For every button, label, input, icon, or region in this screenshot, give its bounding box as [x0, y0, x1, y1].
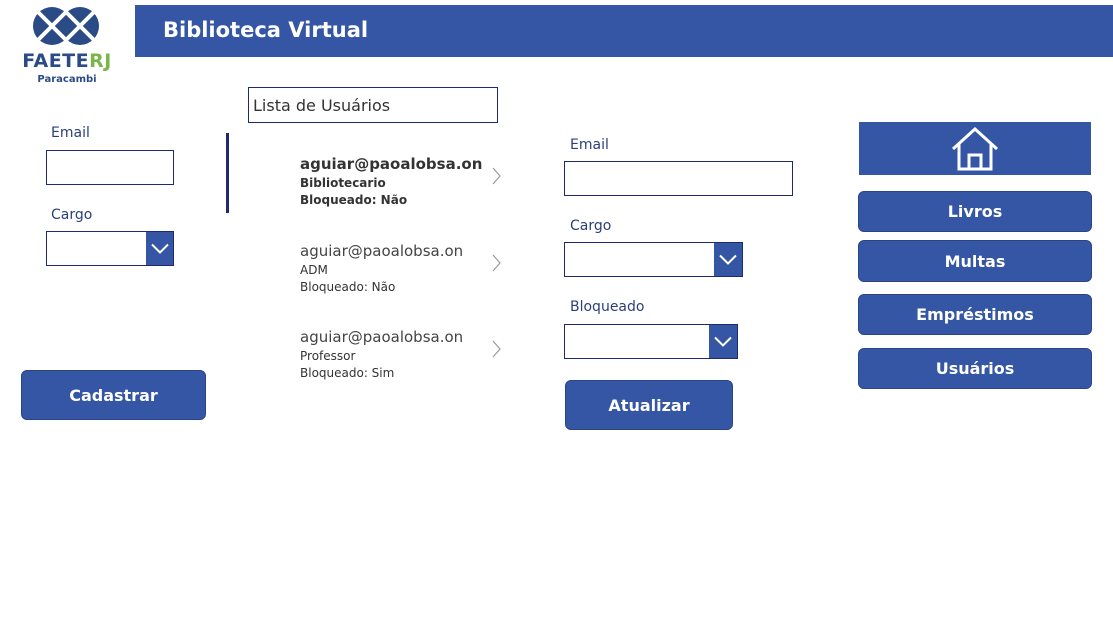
edit-bloqueado-label: Bloqueado	[570, 299, 645, 315]
user-cargo: ADM	[300, 263, 328, 277]
nav-usuarios-button[interactable]: Usuários	[858, 348, 1092, 389]
user-bloqueado: Bloqueado: Não	[300, 193, 408, 207]
logo-emblem-icon	[33, 7, 99, 45]
nav-multas-button[interactable]: Multas	[858, 240, 1092, 282]
faeterj-logo: FAETERJ Paracambi	[20, 4, 116, 88]
list-item[interactable]: aguiar@paoalobsa.on Bibliotecario Bloque…	[300, 155, 510, 230]
chevron-right-icon[interactable]	[492, 254, 502, 272]
email-label: Email	[51, 125, 90, 141]
email-field[interactable]	[46, 150, 174, 185]
user-cargo: Bibliotecario	[300, 176, 386, 190]
selected-indicator	[226, 133, 229, 213]
edit-bloqueado-dropdown[interactable]	[564, 324, 738, 359]
user-email: aguiar@paoalobsa.on	[300, 328, 464, 346]
edit-email-field[interactable]	[564, 161, 793, 196]
chevron-down-icon[interactable]	[709, 325, 737, 358]
user-email: aguiar@paoalobsa.on	[300, 242, 464, 260]
list-item[interactable]: aguiar@paoalobsa.on Professor Bloqueado:…	[300, 328, 510, 403]
list-item[interactable]: aguiar@paoalobsa.on ADM Bloqueado: Não	[300, 242, 510, 317]
cadastrar-button[interactable]: Cadastrar	[21, 370, 206, 420]
header-bar: Biblioteca Virtual	[135, 5, 1113, 57]
chevron-down-icon[interactable]	[714, 243, 742, 276]
edit-email-label: Email	[570, 137, 609, 153]
chevron-right-icon[interactable]	[492, 167, 502, 185]
edit-cargo-label: Cargo	[570, 218, 612, 234]
user-bloqueado: Bloqueado: Não	[300, 280, 396, 294]
user-email: aguiar@paoalobsa.on	[300, 155, 483, 173]
nav-livros-button[interactable]: Livros	[858, 191, 1092, 232]
user-bloqueado: Bloqueado: Sim	[300, 366, 395, 380]
logo-subtitle: Paracambi	[37, 74, 97, 85]
atualizar-button[interactable]: Atualizar	[565, 380, 733, 430]
list-title: Lista de Usuários	[253, 96, 391, 115]
edit-cargo-dropdown[interactable]	[564, 242, 743, 277]
cargo-dropdown[interactable]	[46, 231, 174, 266]
list-title-box: Lista de Usuários	[248, 87, 498, 123]
user-cargo: Professor	[300, 349, 356, 363]
chevron-right-icon[interactable]	[492, 340, 502, 358]
home-button[interactable]	[859, 122, 1091, 175]
nav-emprestimos-button[interactable]: Empréstimos	[858, 294, 1092, 335]
logo-wordmark: FAETERJ	[22, 50, 112, 72]
cargo-label: Cargo	[51, 207, 93, 223]
page-title: Biblioteca Virtual	[163, 18, 369, 42]
chevron-down-icon[interactable]	[146, 232, 173, 265]
home-icon	[951, 126, 999, 171]
